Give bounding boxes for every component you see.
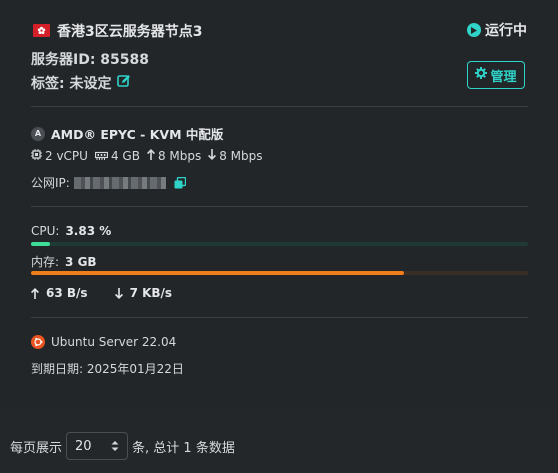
cpu-model-row: A AMD® EPYC - KVM 中配版: [31, 124, 223, 143]
ip-row: 公网IP:: [31, 174, 186, 191]
cpu-usage-bar: [31, 242, 528, 246]
manage-button[interactable]: 管理: [467, 61, 525, 89]
pagination: 每页展示 20 条, 总计 1 条数据: [10, 432, 235, 460]
arrow-up-icon: [31, 287, 39, 299]
download-spec: 8 Mbps: [208, 149, 263, 163]
memory-usage-value: 3 GB: [65, 255, 97, 269]
upload-value: 8 Mbps: [157, 149, 202, 163]
cpu-model: AMD® EPYC - KVM 中配版: [51, 127, 224, 142]
page-size-prefix: 每页展示: [10, 440, 63, 456]
cpu-usage-fill: [31, 242, 51, 246]
tags-label: 标签: 未设定: [31, 76, 112, 92]
tags-row: 标签: 未设定: [31, 73, 131, 93]
arrow-up-icon: [146, 149, 155, 163]
server-title: 香港3区云服务器节点3: [57, 24, 203, 40]
upload-spec: 8 Mbps: [146, 149, 202, 163]
memory-icon: [94, 149, 109, 163]
copy-icon[interactable]: [174, 176, 186, 189]
manage-label: 管理: [490, 69, 517, 85]
edit-icon[interactable]: [117, 74, 131, 92]
page-size-suffix: 条, 总计 1 条数据: [132, 440, 235, 456]
ubuntu-icon: [31, 335, 45, 349]
memory-usage-bar: [31, 271, 528, 275]
network-row: 63 B/s 7 KB/s: [31, 286, 172, 300]
sort-arrows-icon: [111, 440, 119, 452]
spec-row: 2 vCPU 4 GB 8 Mbps 8 Mbps: [31, 149, 270, 163]
arrow-down-icon: [114, 287, 123, 299]
expire-date: 到期日期: 2025年01月22日: [31, 362, 184, 376]
ip-address-redacted: [73, 176, 166, 189]
net-up-value: 63 B/s: [46, 286, 88, 300]
vcpu-spec: 2 vCPU: [31, 149, 88, 163]
page-size-value: 20: [75, 438, 92, 454]
download-value: 8 Mbps: [219, 149, 263, 163]
os-row: Ubuntu Server 22.04: [31, 335, 176, 349]
status-text: 运行中: [485, 23, 527, 39]
memory-usage-title: 内存:: [31, 255, 60, 269]
hong-kong-flag-icon: [33, 24, 50, 37]
page-size-select[interactable]: 20: [66, 432, 129, 460]
ip-label: 公网IP:: [31, 176, 70, 190]
play-icon: [467, 23, 481, 37]
memory-spec: 4 GB: [94, 149, 140, 163]
status-indicator: 运行中: [467, 20, 527, 40]
memory-usage-fill: [31, 271, 404, 275]
divider: [31, 106, 528, 107]
chip-icon: [31, 149, 42, 163]
divider: [31, 206, 528, 207]
memory-usage-label: 内存: 3 GB: [31, 253, 97, 270]
cpu-usage-title: CPU:: [31, 224, 60, 238]
memory-value: 4 GB: [110, 149, 140, 163]
arrow-down-icon: [208, 149, 217, 163]
amd-logo-icon: A: [31, 126, 45, 141]
cpu-usage-value: 3.83 %: [65, 224, 112, 238]
vcpu-value: 2 vCPU: [45, 149, 88, 163]
server-card: 香港3区云服务器节点3 运行中 服务器ID: 85588 标签: 未设定 管理 …: [0, 0, 558, 410]
divider: [31, 317, 528, 318]
server-id: 服务器ID: 85588: [31, 52, 150, 68]
os-name: Ubuntu Server 22.04: [51, 335, 177, 349]
gear-icon: [475, 67, 488, 83]
net-down-value: 7 KB/s: [129, 286, 173, 300]
cpu-usage-label: CPU: 3.83 %: [31, 224, 111, 238]
